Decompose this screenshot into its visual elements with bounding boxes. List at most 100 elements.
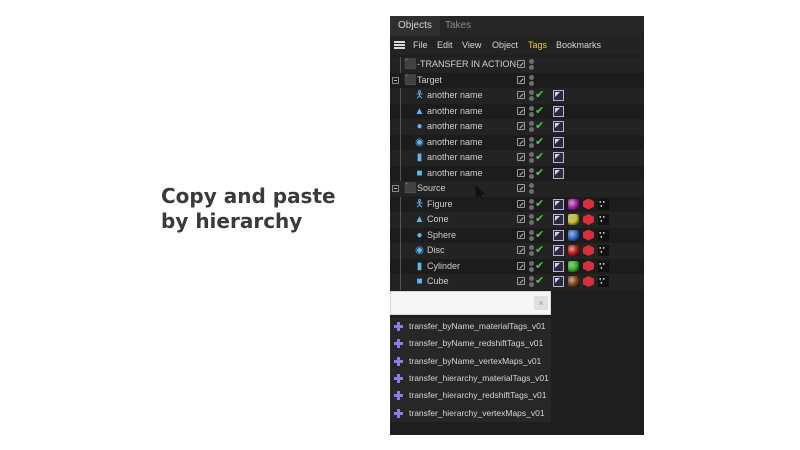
tree-row[interactable]: ■ another name ✔ [390,165,644,182]
menu-bookmarks[interactable]: Bookmarks [556,36,601,55]
object-name[interactable]: Sphere [427,228,456,244]
layer-edit-icon[interactable] [517,122,525,130]
visibility-dots-icon[interactable] [529,276,534,287]
menu-object[interactable]: Object [492,36,518,55]
object-name[interactable]: another name [427,88,483,104]
material-tag-icon[interactable] [568,245,579,256]
selection-tag-icon[interactable] [553,121,564,132]
redshift-tag-icon[interactable] [583,260,594,272]
selection-tag-icon[interactable] [553,105,564,117]
result-item[interactable]: transfer_byName_vertexMaps_v01 [390,353,551,370]
selection-tag-icon[interactable] [553,198,564,210]
material-tag-icon[interactable] [568,229,579,241]
object-name[interactable]: another name [427,166,483,182]
selection-tag-icon[interactable] [553,167,564,179]
material-tag-icon[interactable] [568,214,579,225]
material-tag-icon[interactable] [568,198,579,210]
redshift-tag-icon[interactable] [583,245,594,256]
visibility-dots-icon[interactable] [529,90,534,101]
object-name[interactable]: Disc [427,243,445,259]
selection-tag-icon[interactable] [553,90,564,101]
layer-edit-icon[interactable] [517,60,525,68]
visibility-dots-icon[interactable] [529,121,534,132]
vertex-map-tag-icon[interactable] [598,245,609,256]
result-item[interactable]: transfer_byName_redshiftTags_v01 [390,335,551,352]
object-name[interactable]: Figure [427,197,453,213]
enabled-check-icon[interactable]: ✔ [535,150,544,166]
layer-edit-icon[interactable] [517,91,525,99]
tree-row[interactable]: 🯅 another name ✔ [390,88,644,104]
result-item[interactable]: transfer_byName_materialTags_v01 [390,318,551,335]
redshift-tag-icon[interactable] [583,229,594,241]
menu-file[interactable]: File [413,36,428,55]
menu-tags[interactable]: Tags [528,36,547,55]
result-item[interactable]: transfer_hierarchy_materialTags_v01 [390,370,551,387]
tree-row[interactable]: ● Sphere ✔ [390,227,644,244]
tree-row[interactable]: ▮ Cylinder ✔ [390,258,644,275]
tree-row[interactable]: ■ Cube ✔ [390,274,644,290]
enabled-check-icon[interactable]: ✔ [535,212,544,228]
tab-takes[interactable]: Takes [437,16,479,36]
tree-row[interactable]: ⬛ Source [390,181,644,197]
layer-edit-icon[interactable] [517,246,525,254]
visibility-dots-icon[interactable] [529,136,534,148]
tree-row[interactable]: ⬛ -TRANSFER IN ACTION- [390,57,644,73]
layer-edit-icon[interactable] [517,230,525,239]
tree-row[interactable]: ⬛ Target [390,72,644,89]
enabled-check-icon[interactable]: ✔ [535,228,544,244]
result-item[interactable]: transfer_hierarchy_vertexMaps_v01 [390,405,551,422]
selection-tag-icon[interactable] [553,276,564,287]
vertex-map-tag-icon[interactable] [598,260,609,272]
enabled-check-icon[interactable]: ✔ [535,88,544,104]
collapse-toggle-icon[interactable] [392,76,399,84]
visibility-dots-icon[interactable] [529,74,534,86]
object-name[interactable]: Source [417,181,446,197]
menu-view[interactable]: View [462,36,481,55]
layer-edit-icon[interactable] [517,137,525,146]
layer-edit-icon[interactable] [517,153,525,161]
enabled-check-icon[interactable]: ✔ [535,104,544,120]
visibility-dots-icon[interactable] [529,59,534,70]
visibility-dots-icon[interactable] [529,260,534,272]
hamburger-icon[interactable] [394,41,405,49]
layer-edit-icon[interactable] [517,184,525,192]
visibility-dots-icon[interactable] [529,245,534,256]
enabled-check-icon[interactable]: ✔ [535,119,544,135]
enabled-check-icon[interactable]: ✔ [535,135,544,151]
object-name[interactable]: Cube [427,274,449,290]
vertex-map-tag-icon[interactable] [598,198,609,210]
redshift-tag-icon[interactable] [583,198,594,210]
tree-row[interactable]: ▮ another name ✔ [390,150,644,166]
tree-row[interactable]: ● another name ✔ [390,119,644,135]
visibility-dots-icon[interactable] [529,167,534,179]
object-name[interactable]: Cylinder [427,259,460,275]
object-name[interactable]: Target [417,73,442,89]
tree-row[interactable]: ◉ Disc ✔ [390,243,644,259]
visibility-dots-icon[interactable] [529,105,534,117]
layer-edit-icon[interactable] [517,106,525,115]
collapse-toggle-icon[interactable] [392,185,399,192]
menu-edit[interactable]: Edit [437,36,453,55]
object-name[interactable]: another name [427,150,483,166]
selection-tag-icon[interactable] [553,260,564,272]
tree-row[interactable]: 🯅 Figure ✔ [390,196,644,213]
vertex-map-tag-icon[interactable] [598,214,609,225]
visibility-dots-icon[interactable] [529,152,534,163]
selection-tag-icon[interactable] [553,152,564,163]
redshift-tag-icon[interactable] [583,276,594,287]
selection-tag-icon[interactable] [553,245,564,256]
layer-edit-icon[interactable] [517,215,525,223]
search-box[interactable]: × [390,291,551,315]
tree-row[interactable]: ▲ Cone ✔ [390,212,644,228]
object-name[interactable]: Cone [427,212,449,228]
tree-row[interactable]: ◉ another name ✔ [390,134,644,151]
object-name[interactable]: another name [427,119,483,135]
object-name[interactable]: another name [427,135,483,151]
enabled-check-icon[interactable]: ✔ [535,259,544,275]
material-tag-icon[interactable] [568,260,579,272]
vertex-map-tag-icon[interactable] [598,276,609,287]
object-name[interactable]: another name [427,104,483,120]
layer-edit-icon[interactable] [517,277,525,285]
selection-tag-icon[interactable] [553,214,564,225]
layer-edit-icon[interactable] [517,261,525,270]
